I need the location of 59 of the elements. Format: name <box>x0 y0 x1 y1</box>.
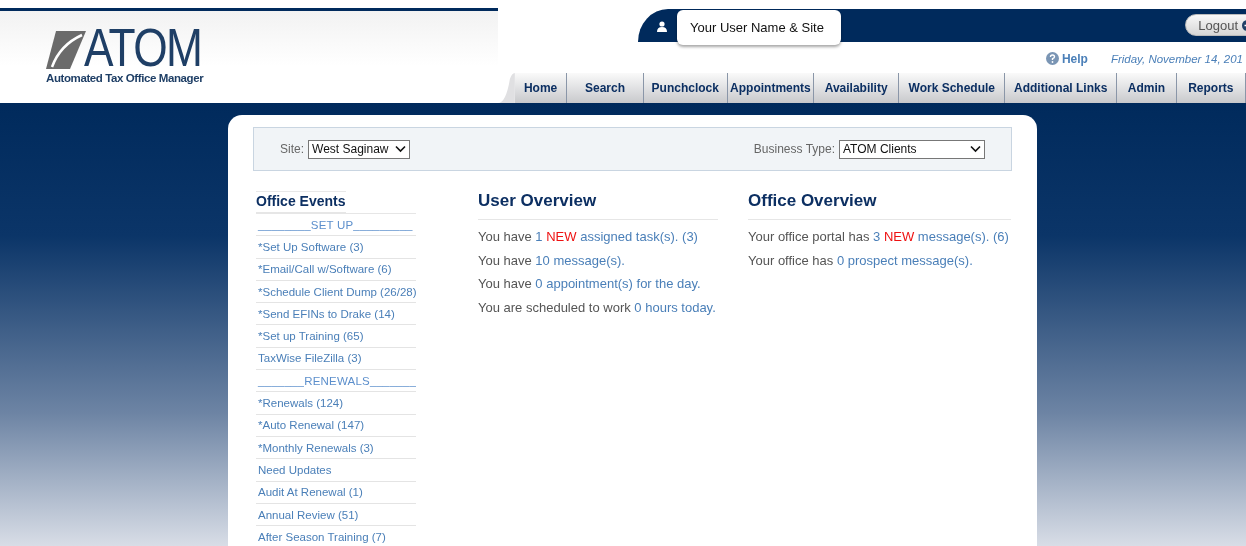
event-link[interactable]: *Email/Call w/Software (6) <box>256 258 416 281</box>
nav-tab[interactable]: Search <box>567 73 644 103</box>
nav-tab[interactable]: Appointments <box>727 73 815 103</box>
overview-link[interactable]: 0 hours today. <box>634 299 716 315</box>
event-link[interactable]: Annual Review (51) <box>256 503 416 527</box>
date-text: Friday, November 14, 201 <box>1110 52 1243 65</box>
event-link[interactable]: *Renewals (124) <box>256 392 416 415</box>
overview-line: Your office portal has 3 NEW message(s). (6) <box>748 228 1010 246</box>
nav-tab[interactable]: Home <box>514 73 568 103</box>
nav-tab[interactable]: Work Schedule <box>899 73 1006 103</box>
overview-link[interactable]: message(s). (6) <box>917 229 1009 244</box>
nav-tab[interactable]: Admin <box>1117 73 1177 103</box>
user-badge: Your User Name & Site <box>677 10 841 45</box>
overview-link[interactable]: 3 <box>873 229 881 244</box>
nav-tab[interactable]: Additional Links <box>1005 73 1118 103</box>
nav-tab[interactable]: Punchclock <box>643 73 728 103</box>
event-link[interactable]: Audit At Renewal (1) <box>256 481 416 504</box>
overview-line: You have 1 NEW assigned task(s). (3) <box>478 228 699 246</box>
panel-title: Office Overview <box>748 191 1011 220</box>
nav-tab[interactable]: Reports <box>1176 73 1246 103</box>
event-link[interactable]: *Monthly Renewals (3) <box>256 436 416 460</box>
overview-link[interactable]: 1 <box>535 229 543 244</box>
overview-link[interactable]: 10 message(s). <box>535 252 625 268</box>
overview-link[interactable]: 0 prospect message(s). <box>836 252 973 268</box>
event-link[interactable]: *Schedule Client Dump (26/28) <box>256 280 416 304</box>
logout-button[interactable]: Logout <box>1185 14 1246 36</box>
chevron-down-icon <box>970 145 981 153</box>
new-link[interactable]: NEW <box>546 229 577 244</box>
overview-line: You have 0 appointment(s) for the day. <box>478 275 702 294</box>
event-link[interactable]: After Season Training (7) <box>256 526 416 546</box>
section-heading: ________SET UP_________ <box>256 214 416 237</box>
help-icon <box>1045 52 1059 65</box>
event-link[interactable]: *Auto Renewal (147) <box>256 414 416 437</box>
new-link[interactable]: NEW <box>883 229 915 244</box>
chevron-down-icon <box>394 145 406 153</box>
event-link[interactable]: *Send EFINs to Drake (14) <box>256 303 416 326</box>
overview-line: You are scheduled to work 0 hours today. <box>478 298 717 317</box>
event-link[interactable]: *Set Up Software (3) <box>256 236 416 259</box>
nav-tab[interactable]: Availability <box>814 73 900 103</box>
overview-link[interactable]: assigned task(s). (3) <box>580 229 698 244</box>
section-heading: _______RENEWALS_______ <box>256 370 416 393</box>
help-link[interactable]: Help <box>1045 51 1088 66</box>
dropdown[interactable]: West Saginaw <box>308 139 410 159</box>
panel-title: Office Events <box>256 191 346 213</box>
tab-bar-edge <box>498 73 515 103</box>
user-icon <box>656 21 668 32</box>
event-link[interactable]: Need Updates <box>256 459 416 482</box>
logo-tagline: Automated Tax Office Manager <box>46 72 205 84</box>
overview-link[interactable]: 0 appointment(s) for the day. <box>535 276 701 292</box>
logo-wordmark: ATOM <box>84 25 202 69</box>
panel-title: User Overview <box>478 191 718 220</box>
filter-label: Business Type: <box>753 142 835 156</box>
dropdown[interactable]: ATOM Clients <box>839 139 985 159</box>
filter-label: Site: <box>280 142 304 156</box>
overview-line: You have 10 message(s). <box>478 251 626 270</box>
overview-line: Your office has 0 prospect message(s). <box>748 251 974 270</box>
event-link[interactable]: TaxWise FileZilla (3) <box>256 347 416 371</box>
event-link[interactable]: *Set up Training (65) <box>256 325 416 348</box>
swoosh-icon <box>46 31 86 69</box>
